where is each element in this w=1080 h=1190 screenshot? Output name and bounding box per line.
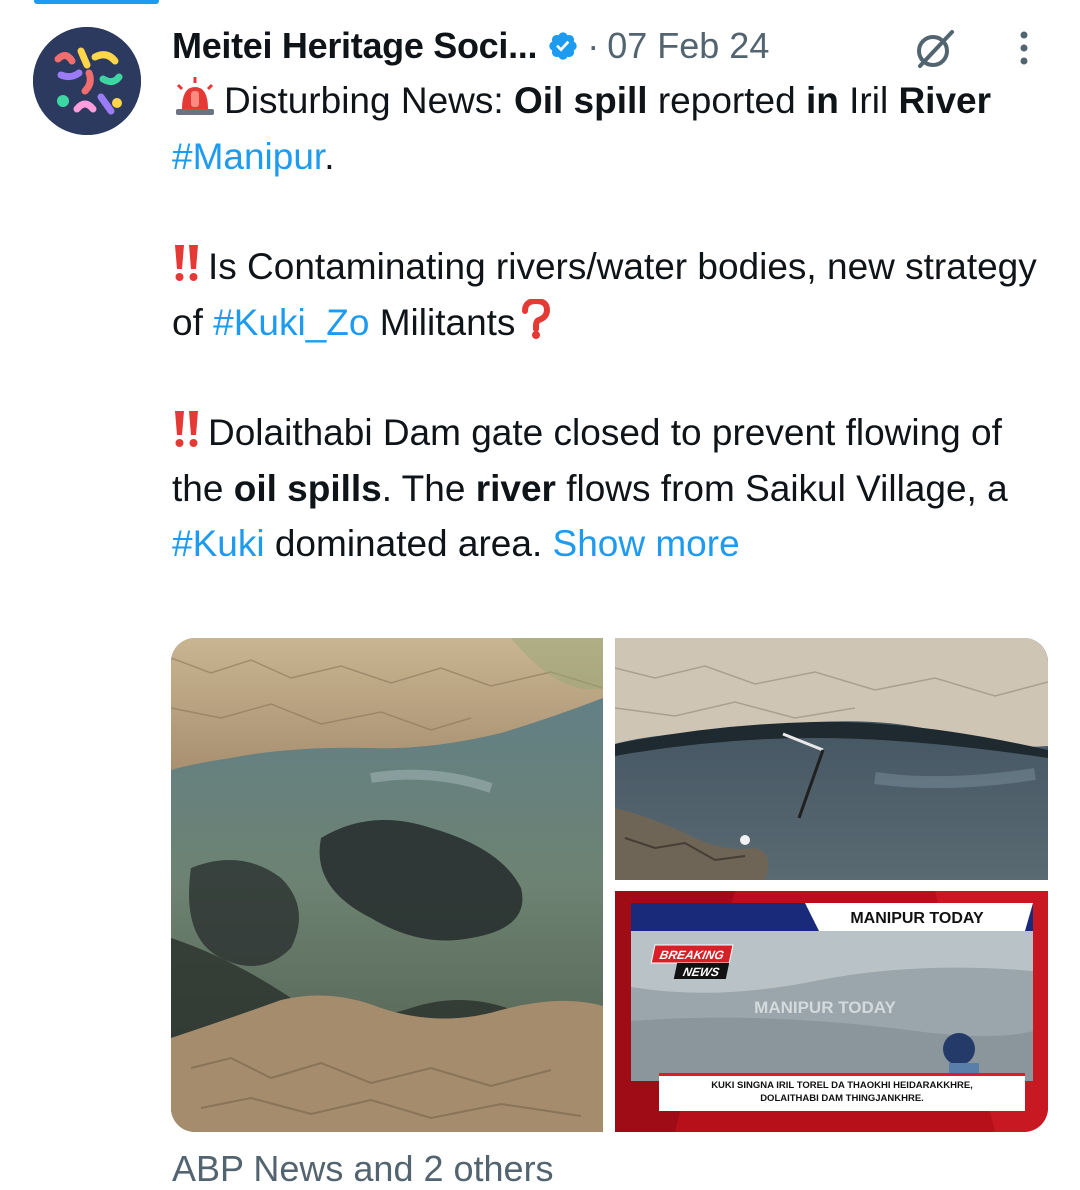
tweet-text-segment: flows from Saikul Village, a [555,467,1008,509]
grok-icon[interactable] [912,26,958,72]
tweet-bold-segment: oil spills [233,467,382,509]
tweet-text-segment: Disturbing News: [224,80,514,121]
news-broadcast-frame: MANIPUR TODAY BREAKING NEWS MANIPUR TODA… [615,891,1048,1132]
tweet-bold-segment: River [898,80,992,121]
post-date[interactable]: 07 Feb 24 [607,25,769,67]
quote-attribution-peek[interactable]: ABP News and 2 others [172,1148,554,1190]
hashtag-manipur[interactable]: #Manipur [172,136,324,177]
media-image-2[interactable] [615,638,1048,880]
breaking-label: BREAKING [658,948,725,962]
tweet-bold-segment: river [475,467,556,509]
tweet-text-segment: . The [381,467,476,509]
avatar-logo [33,27,141,135]
ticker-line-1: KUKI SINGNA IRIL TOREL DA THAOKHI HEIDAR… [711,1080,973,1091]
channel-watermark: MANIPUR TODAY [754,998,896,1017]
hashtag-kuki[interactable]: #Kuki [172,523,265,564]
tweet-bold-segment: in [805,80,839,121]
double-exclamation-emoji [175,411,198,447]
media-grid: MANIPUR TODAY BREAKING NEWS MANIPUR TODA… [171,638,1048,1132]
tweet-text: Disturbing News: Oil spill reported in I… [172,73,1052,572]
river-oil-photo-2 [615,638,1048,880]
channel-name: MANIPUR TODAY [850,910,984,927]
top-indicator-bar [34,0,159,4]
police-light-emoji [176,77,214,115]
more-options-icon[interactable] [1016,30,1032,66]
tweet-bold-segment: Oil spill [513,80,648,121]
verified-badge-icon [549,32,577,60]
tweet-paragraph-1: Disturbing News: Oil spill reported in I… [172,73,1052,184]
media-image-3[interactable]: MANIPUR TODAY BREAKING NEWS MANIPUR TODA… [615,891,1048,1132]
tweet-text-segment: Militants [369,301,516,343]
ticker-line-2: DOLAITHABI DAM THINGJANKHRE. [760,1093,924,1104]
tweet-paragraph-3: Dolaithabi Dam gate closed to prevent fl… [172,405,1052,572]
tweet-paragraph-2: Is Contaminating rivers/water bodies, ne… [172,239,1052,350]
avatar[interactable] [33,27,141,135]
tweet-text-segment: dominated area. [264,523,553,564]
display-name[interactable]: Meitei Heritage Soci... [172,25,538,67]
double-exclamation-emoji [175,245,198,281]
news-label: NEWS [682,965,721,979]
separator-dot: · [587,25,600,66]
media-image-1[interactable] [171,638,603,1132]
show-more-link[interactable]: Show more [553,523,740,564]
hashtag-kuki-zo[interactable]: #Kuki_Zo [213,302,369,343]
river-oil-photo-1 [171,638,603,1132]
red-question-mark-emoji [522,298,551,339]
tweet-text-segment: . [324,135,335,177]
tweet-text-segment: reported [647,80,806,121]
tweet-header: Meitei Heritage Soci... · 07 Feb 24 [172,22,769,70]
tweet-text-segment: Iril [838,80,899,121]
